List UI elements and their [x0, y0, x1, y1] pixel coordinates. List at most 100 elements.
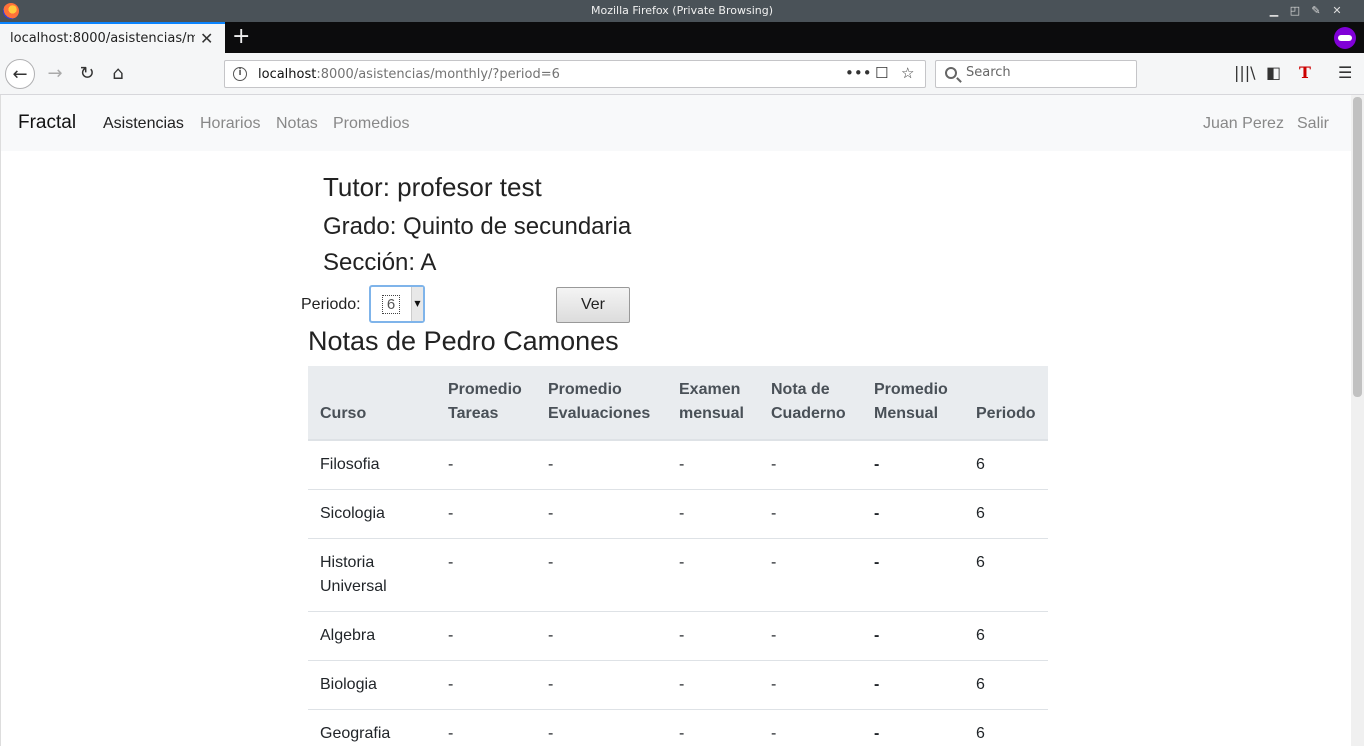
- table-cell: 6: [964, 489, 1048, 539]
- table-row: Geografia - - - - -6: [308, 709, 1048, 746]
- grades-table: Curso Promedio Tareas Promedio Evaluacio…: [308, 366, 1048, 746]
- header-promedio-mensual: Promedio Mensual: [862, 366, 964, 441]
- extension-t-icon[interactable]: T: [1299, 63, 1311, 82]
- table-cell: 6: [964, 660, 1048, 710]
- nav-asistencias[interactable]: Asistencias: [103, 115, 184, 133]
- period-label: Periodo:: [301, 296, 361, 313]
- table-cell: -: [667, 709, 759, 746]
- close-tab-icon[interactable]: ✕: [200, 29, 213, 48]
- tab-title: localhost:8000/asistencias/m: [10, 31, 195, 46]
- pocket-icon[interactable]: ☐: [875, 64, 888, 82]
- private-browsing-icon: [1334, 27, 1356, 49]
- reload-button[interactable]: ↻: [72, 59, 102, 89]
- page-scrollbar[interactable]: [1351, 95, 1364, 746]
- table-cell: -: [536, 660, 667, 710]
- period-select[interactable]: 6 ▼: [369, 285, 425, 323]
- tab-strip: localhost:8000/asistencias/m ✕ +: [0, 22, 1364, 53]
- table-row: Sicologia - - - - -6: [308, 489, 1048, 539]
- table-cell: -: [759, 660, 862, 710]
- table-cell: Algebra: [308, 611, 436, 661]
- table-cell: -: [862, 489, 964, 539]
- table-cell: -: [862, 439, 964, 490]
- table-cell: -: [759, 538, 862, 612]
- dropdown-arrow-icon: ▼: [411, 287, 423, 321]
- table-row: Filosofia - - - - -6: [308, 439, 1048, 490]
- table-cell: -: [436, 439, 536, 490]
- table-cell: Filosofia: [308, 439, 436, 490]
- table-cell: -: [862, 660, 964, 710]
- table-cell: -: [436, 611, 536, 661]
- table-cell: 6: [964, 709, 1048, 746]
- table-cell: -: [667, 611, 759, 661]
- nav-promedios[interactable]: Promedios: [333, 115, 409, 133]
- table-cell: -: [536, 709, 667, 746]
- page-content: Fractal Asistencias Horarios Notas Prome…: [0, 95, 1351, 746]
- table-cell: -: [759, 611, 862, 661]
- search-input[interactable]: [966, 65, 1126, 80]
- header-examen-mensual: Examen mensual: [667, 366, 759, 441]
- new-tab-icon[interactable]: +: [232, 24, 250, 50]
- nav-toolbar: ← → ↻ ⌂ i localhost:8000/asistencias/mon…: [0, 53, 1364, 95]
- table-cell: -: [536, 439, 667, 490]
- table-cell: Biologia: [308, 660, 436, 710]
- maximize-icon[interactable]: ◰: [1288, 4, 1302, 18]
- search-icon: [945, 67, 957, 79]
- header-promedio-evaluaciones: Promedio Evaluaciones: [536, 366, 667, 441]
- table-cell: -: [759, 489, 862, 539]
- table-cell: -: [759, 709, 862, 746]
- sidebar-icon[interactable]: ◧: [1266, 63, 1281, 82]
- table-cell: Geografia: [308, 709, 436, 746]
- window-titlebar: Mozilla Firefox (Private Browsing) ▁ ◰ ✎…: [0, 0, 1364, 22]
- table-cell: -: [436, 709, 536, 746]
- url-path: :8000/asistencias/monthly/?period=6: [316, 67, 560, 82]
- table-cell: Sicologia: [308, 489, 436, 539]
- search-bar[interactable]: [935, 60, 1137, 88]
- library-icon[interactable]: |||\: [1234, 63, 1256, 82]
- ver-button[interactable]: Ver: [556, 287, 630, 323]
- table-row: Biologia - - - - -6: [308, 660, 1048, 710]
- table-cell: -: [536, 489, 667, 539]
- table-cell: -: [667, 660, 759, 710]
- header-periodo: Periodo: [964, 366, 1048, 441]
- header-curso: Curso: [308, 366, 436, 441]
- user-link[interactable]: Juan Perez: [1203, 115, 1284, 133]
- table-cell: -: [862, 709, 964, 746]
- back-button[interactable]: ←: [5, 59, 35, 89]
- table-cell: -: [667, 538, 759, 612]
- table-cell: 6: [964, 611, 1048, 661]
- seccion-heading: Sección: A: [323, 249, 437, 276]
- logout-link[interactable]: Salir: [1297, 115, 1329, 133]
- page-actions-icon[interactable]: •••: [845, 64, 872, 82]
- url-host: localhost: [258, 67, 317, 82]
- table-cell: -: [536, 538, 667, 612]
- table-cell: -: [759, 439, 862, 490]
- home-button[interactable]: ⌂: [103, 59, 133, 89]
- table-cell: -: [436, 660, 536, 710]
- table-cell: -: [667, 489, 759, 539]
- menu-icon[interactable]: ☰: [1338, 63, 1352, 82]
- table-row: Historia Universal - - - - -6: [308, 538, 1048, 612]
- table-header-row: Curso Promedio Tareas Promedio Evaluacio…: [308, 366, 1048, 441]
- minimize-icon[interactable]: ▁: [1267, 4, 1281, 18]
- pin-icon[interactable]: ✎: [1309, 4, 1323, 18]
- url-bar[interactable]: i localhost:8000/asistencias/monthly/?pe…: [224, 60, 926, 88]
- brand-link[interactable]: Fractal: [18, 112, 76, 134]
- scrollbar-thumb[interactable]: [1353, 97, 1362, 397]
- app-navbar: Fractal Asistencias Horarios Notas Prome…: [1, 95, 1351, 151]
- nav-horarios[interactable]: Horarios: [200, 115, 260, 133]
- site-info-icon[interactable]: i: [233, 67, 247, 81]
- table-cell: -: [436, 538, 536, 612]
- forward-button[interactable]: →: [40, 59, 70, 89]
- url-text[interactable]: localhost:8000/asistencias/monthly/?peri…: [258, 67, 560, 82]
- table-cell: -: [862, 611, 964, 661]
- table-cell: -: [436, 489, 536, 539]
- notas-title: Notas de Pedro Camones: [308, 326, 619, 356]
- header-promedio-tareas: Promedio Tareas: [436, 366, 536, 441]
- nav-notas[interactable]: Notas: [276, 115, 318, 133]
- tutor-heading: Tutor: profesor test: [323, 172, 542, 202]
- table-cell: 6: [964, 538, 1048, 612]
- close-window-icon[interactable]: ✕: [1330, 4, 1344, 18]
- table-cell: -: [536, 611, 667, 661]
- bookmark-star-icon[interactable]: ☆: [901, 64, 914, 82]
- browser-tab[interactable]: localhost:8000/asistencias/m ✕: [0, 22, 225, 53]
